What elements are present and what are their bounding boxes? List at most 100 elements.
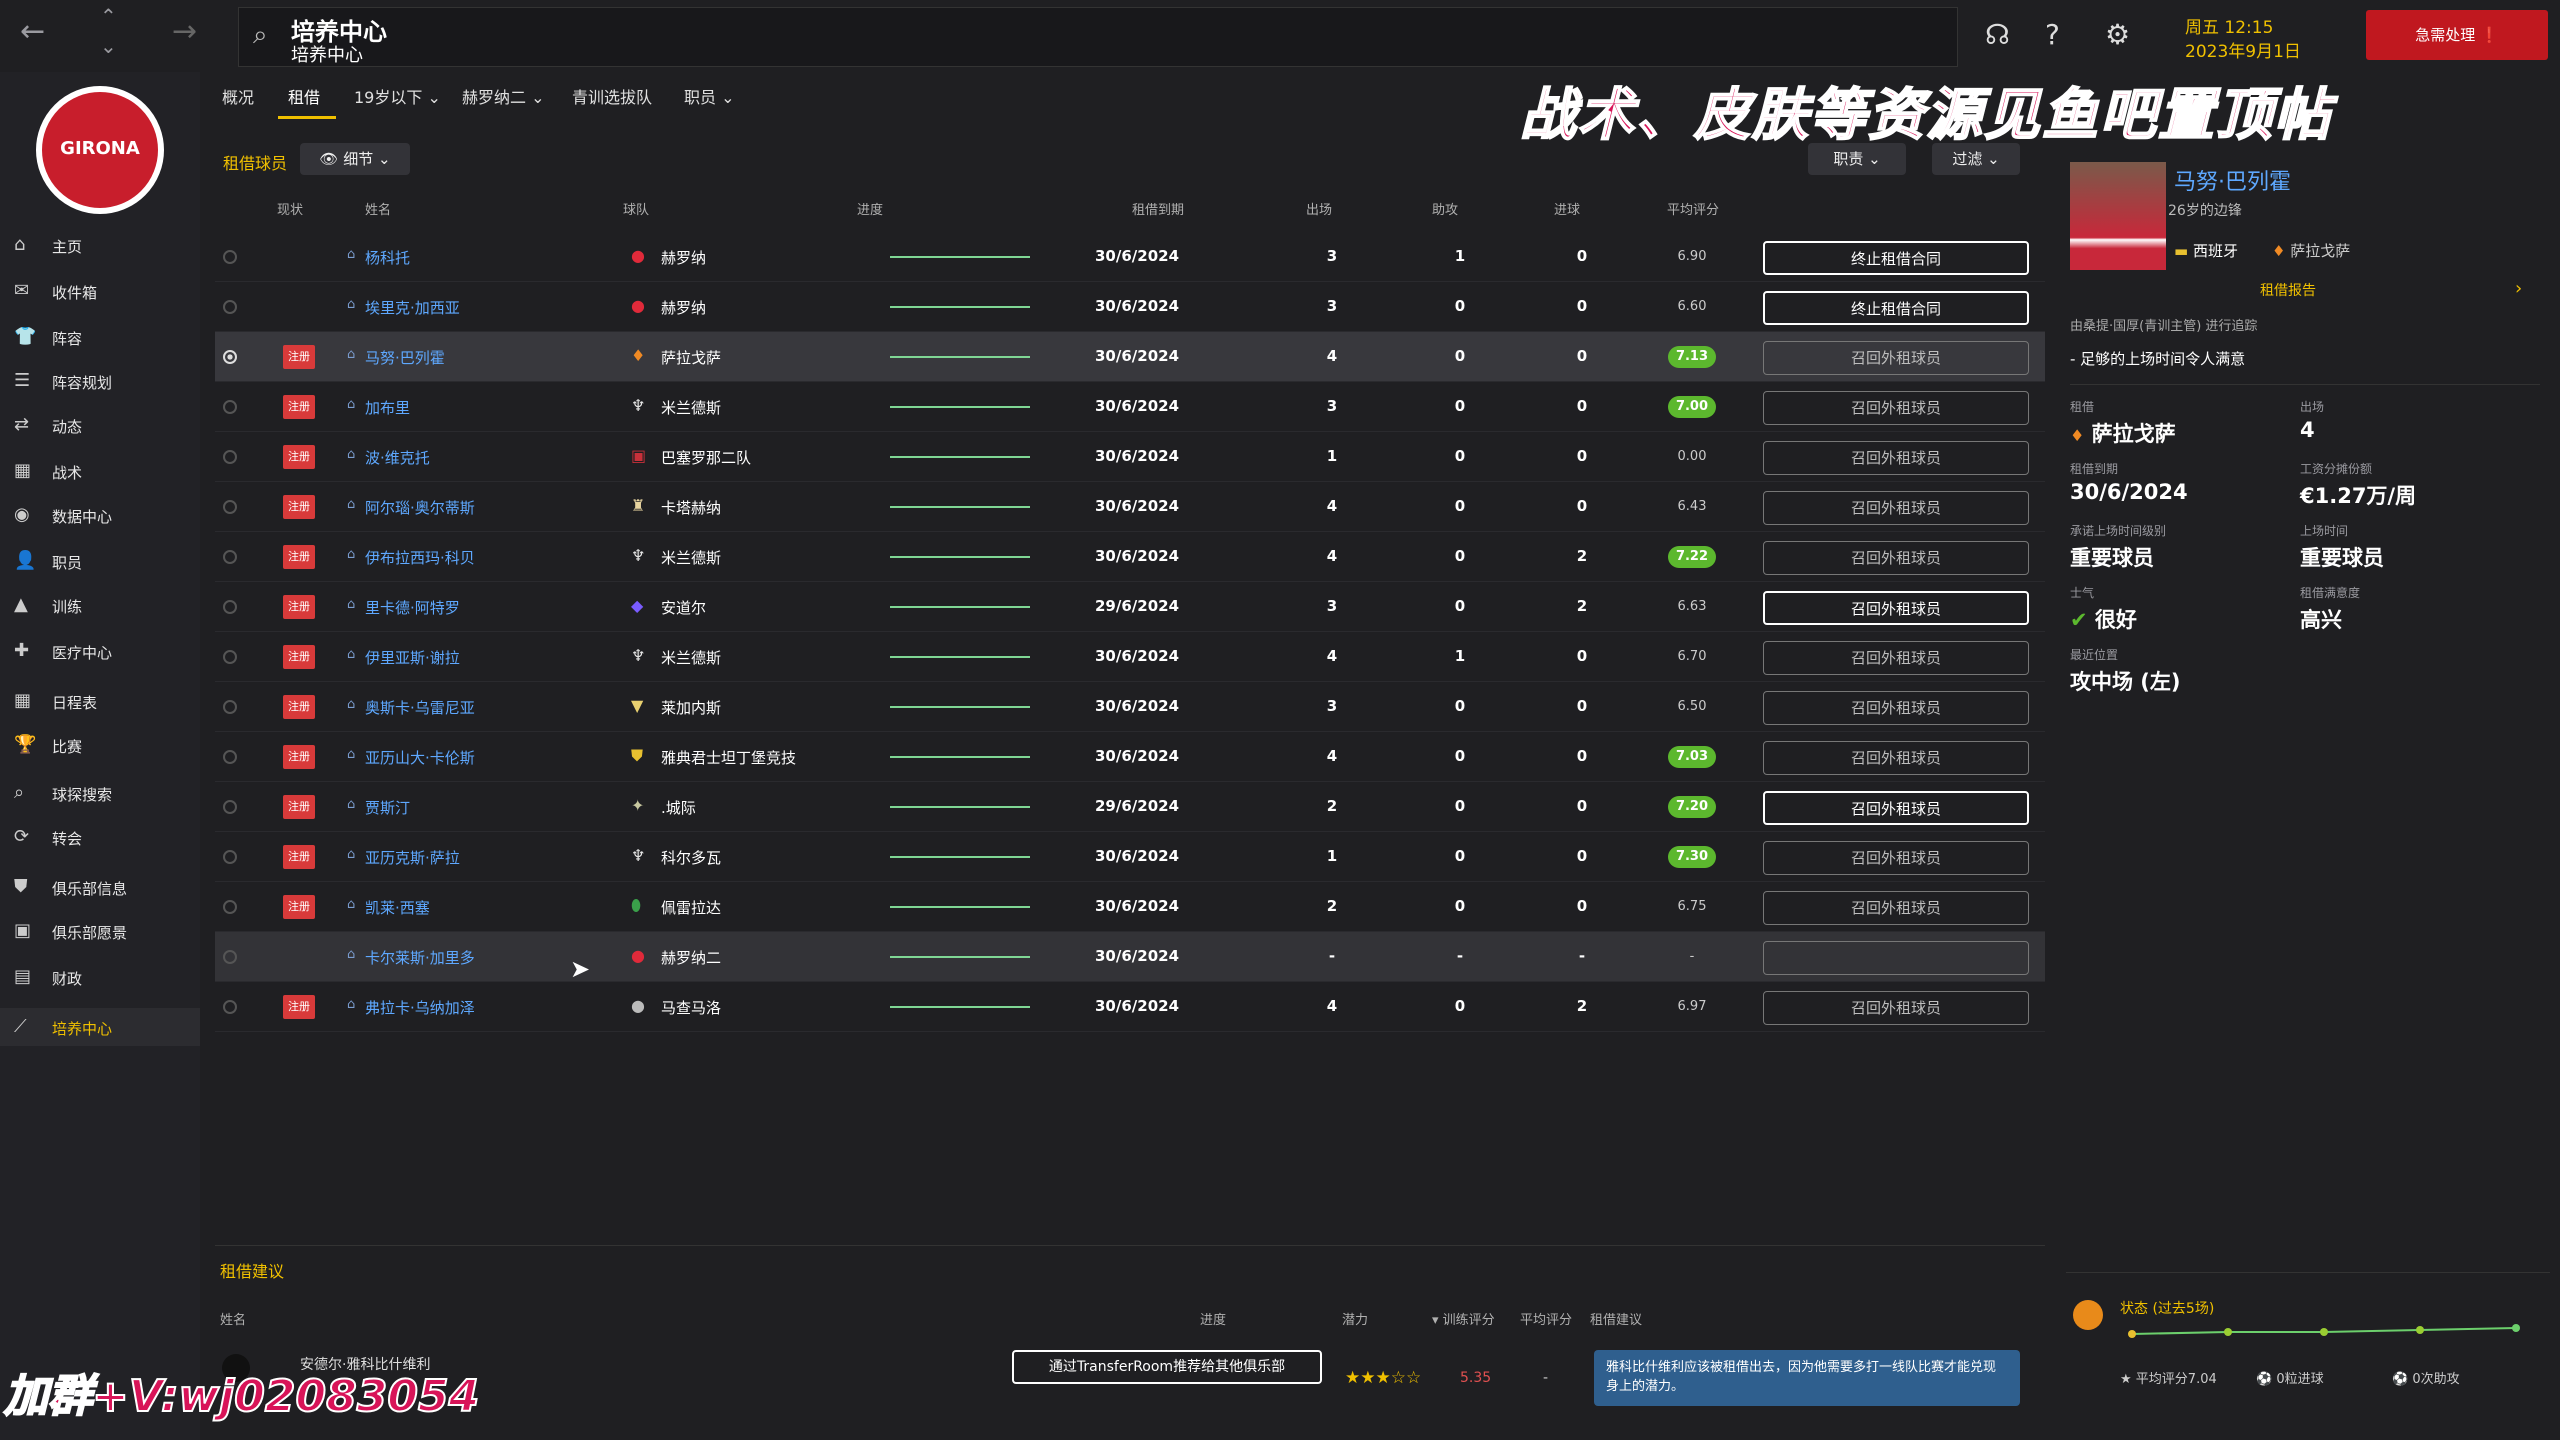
- player-name-link[interactable]: 亚历山大·卡伦斯: [347, 747, 475, 768]
- club-logo[interactable]: GIRONA: [36, 86, 164, 214]
- sidebar-item-dynamics[interactable]: ⇄ 动态: [0, 406, 200, 444]
- club-name[interactable]: 萨拉戈萨: [661, 347, 721, 368]
- recall-loan-button[interactable]: 召回外租球员: [1763, 641, 2029, 675]
- recall-loan-button[interactable]: 召回外租球员: [1763, 341, 2029, 375]
- row-select-radio[interactable]: [223, 800, 237, 814]
- sidebar-item-home[interactable]: ⌂ 主页: [0, 226, 200, 264]
- transferroom-button[interactable]: 通过TransferRoom推荐给其他俱乐部: [1012, 1350, 1322, 1384]
- table-row[interactable]: 注册 阿尔瑙·奥尔蒂斯 ♜ 卡塔赫纳 30/6/2024 4 0 0 6.43 召回外租球员: [215, 482, 2045, 532]
- player-name-link[interactable]: 杨科托: [347, 247, 410, 268]
- table-row[interactable]: 注册 弗拉卡·乌纳加泽 ● 马查马洛 30/6/2024 4 0 2 6.97 召回外租球员: [215, 982, 2045, 1032]
- recall-loan-button[interactable]: 召回外租球员: [1763, 391, 2029, 425]
- tab-5[interactable]: 职员 ⌄: [684, 84, 735, 108]
- tab-2[interactable]: 19岁以下 ⌄: [354, 84, 441, 108]
- recall-loan-button[interactable]: 召回外租球员: [1763, 491, 2029, 525]
- column-header[interactable]: 出场: [1306, 199, 1332, 218]
- recall-loan-button[interactable]: 召回外租球员: [1763, 841, 2029, 875]
- recall-loan-button[interactable]: 召回外租球员: [1763, 891, 2029, 925]
- terminate-loan-button[interactable]: 终止租借合同: [1763, 291, 2029, 325]
- table-row[interactable]: 注册 波·维克托 ▣ 巴塞罗那二队 30/6/2024 1 0 0 0.00 召回外租球员: [215, 432, 2045, 482]
- column-header[interactable]: 进度: [857, 199, 883, 218]
- player-name-link[interactable]: 伊布拉西玛·科贝: [347, 547, 475, 568]
- row-select-radio[interactable]: [223, 750, 237, 764]
- recall-loan-button[interactable]: 召回外租球员: [1763, 541, 2029, 575]
- table-row[interactable]: 杨科托 ● 赫罗纳 30/6/2024 3 1 0 6.90 终止租借合同: [215, 232, 2045, 282]
- club-name[interactable]: 赫罗纳二: [661, 947, 721, 968]
- sidebar-item-medical[interactable]: ✚ 医疗中心: [0, 632, 200, 670]
- club-name[interactable]: 佩雷拉达: [661, 897, 721, 918]
- chevron-right-icon[interactable]: ›: [2515, 278, 2522, 299]
- row-select-radio[interactable]: [223, 950, 237, 964]
- player-name-link[interactable]: 贾斯汀: [347, 797, 410, 818]
- sidebar-item-staff[interactable]: 👤 职员: [0, 542, 200, 580]
- player-name-link[interactable]: 伊里亚斯·谢拉: [347, 647, 460, 668]
- row-select-radio[interactable]: [223, 350, 237, 364]
- tab-3[interactable]: 赫罗纳二 ⌄: [462, 84, 545, 108]
- club-name[interactable]: 科尔多瓦: [661, 847, 721, 868]
- row-select-radio[interactable]: [223, 600, 237, 614]
- player-name-link[interactable]: 波·维克托: [347, 447, 430, 468]
- club-name[interactable]: 赫罗纳: [661, 297, 706, 318]
- player-name-link[interactable]: 凯莱·西塞: [347, 897, 430, 918]
- column-header[interactable]: 球队: [623, 199, 649, 218]
- table-row[interactable]: 注册 伊布拉西玛·科贝 ♆ 米兰德斯 30/6/2024 4 0 2 7.22 召回外租球员: [215, 532, 2045, 582]
- suggestion-column-header[interactable]: ▾ 训练评分: [1432, 1309, 1495, 1328]
- recall-loan-button[interactable]: 召回外租球员: [1763, 741, 2029, 775]
- club-name[interactable]: 马查马洛: [661, 997, 721, 1018]
- club-name[interactable]: 赫罗纳: [661, 247, 706, 268]
- row-select-radio[interactable]: [223, 250, 237, 264]
- player-name-link[interactable]: 弗拉卡·乌纳加泽: [347, 997, 475, 1018]
- loan-report-link[interactable]: 租借报告: [2260, 280, 2316, 300]
- player-name[interactable]: 马努·巴列霍: [2174, 164, 2291, 196]
- sidebar-item-data[interactable]: ◉ 数据中心: [0, 496, 200, 534]
- sidebar-item-training[interactable]: ▲ 训练: [0, 586, 200, 624]
- player-name-link[interactable]: 马努·巴列霍: [347, 347, 445, 368]
- row-select-radio[interactable]: [223, 650, 237, 664]
- player-name-link[interactable]: 加布里: [347, 397, 410, 418]
- sidebar-item-vision[interactable]: ▣ 俱乐部愿景: [0, 912, 200, 950]
- club-name[interactable]: 雅典君士坦丁堡竞技: [661, 747, 796, 768]
- suggestion-column-header[interactable]: 租借建议: [1590, 1309, 1642, 1328]
- search-bar[interactable]: ⌕ 培养中心 培养中心: [238, 7, 1958, 67]
- sidebar-item-trophy[interactable]: 🏆 比赛: [0, 726, 200, 764]
- chevron-up-icon[interactable]: ⌃: [100, 4, 117, 28]
- sidebar-item-development[interactable]: ⟋ 培养中心: [0, 1008, 200, 1046]
- suggestion-column-header[interactable]: 姓名: [220, 1309, 246, 1328]
- table-row[interactable]: 埃里克·加西亚 ● 赫罗纳 30/6/2024 3 0 0 6.60 终止租借合同: [215, 282, 2045, 332]
- filter-button[interactable]: 过滤 ⌄: [1932, 143, 2020, 175]
- club-name[interactable]: 莱加内斯: [661, 697, 721, 718]
- suggestion-column-header[interactable]: 进度: [1200, 1309, 1226, 1328]
- table-row[interactable]: 注册 亚历克斯·萨拉 ♆ 科尔多瓦 30/6/2024 1 0 0 7.30 召回外租球员: [215, 832, 2045, 882]
- player-name-link[interactable]: 亚历克斯·萨拉: [347, 847, 460, 868]
- sidebar-item-tactics[interactable]: ▦ 战术: [0, 452, 200, 490]
- sidebar-item-squad[interactable]: 👕 阵容: [0, 318, 200, 356]
- sidebar-item-schedule[interactable]: ▦ 日程表: [0, 682, 200, 720]
- row-select-radio[interactable]: [223, 500, 237, 514]
- back-arrow-icon[interactable]: ←: [20, 14, 45, 49]
- suggestion-column-header[interactable]: 平均评分: [1520, 1309, 1572, 1328]
- table-row[interactable]: 注册 马努·巴列霍 ♦ 萨拉戈萨 30/6/2024 4 0 0 7.13 召回外租球员: [215, 332, 2045, 382]
- tab-1[interactable]: 租借: [288, 84, 320, 108]
- club-name[interactable]: 米兰德斯: [661, 397, 721, 418]
- empty-action-button[interactable]: [1763, 941, 2029, 975]
- recall-loan-button[interactable]: 召回外租球员: [1763, 991, 2029, 1025]
- table-row[interactable]: 注册 加布里 ♆ 米兰德斯 30/6/2024 3 0 0 7.00 召回外租球员: [215, 382, 2045, 432]
- gear-icon[interactable]: ⚙: [2105, 18, 2130, 51]
- chevron-down-icon[interactable]: ⌄: [100, 34, 117, 58]
- urgent-button[interactable]: 急需处理 ❗: [2366, 10, 2548, 60]
- player-name-link[interactable]: 里卡德·阿特罗: [347, 597, 460, 618]
- tab-0[interactable]: 概况: [222, 84, 254, 108]
- row-select-radio[interactable]: [223, 450, 237, 464]
- view-select[interactable]: 👁 细节 ⌄: [300, 143, 410, 175]
- table-row[interactable]: 注册 伊里亚斯·谢拉 ♆ 米兰德斯 30/6/2024 4 1 0 6.70 召回外租球员: [215, 632, 2045, 682]
- suggestion-column-header[interactable]: 潜力: [1342, 1309, 1368, 1328]
- sidebar-item-planning[interactable]: ☰ 阵容规划: [0, 362, 200, 400]
- table-row[interactable]: 卡尔莱斯·加里多 ● 赫罗纳二 30/6/2024 - - - -: [215, 932, 2045, 982]
- help-icon[interactable]: ?: [2045, 18, 2060, 51]
- table-row[interactable]: 注册 凯莱·西塞 ⬮ 佩雷拉达 30/6/2024 2 0 0 6.75 召回外租球员: [215, 882, 2045, 932]
- recall-loan-button[interactable]: 召回外租球员: [1763, 791, 2029, 825]
- sidebar-item-club-info[interactable]: ⛊ 俱乐部信息: [0, 868, 200, 906]
- club-name[interactable]: 米兰德斯: [661, 647, 721, 668]
- player-name-link[interactable]: 卡尔莱斯·加里多: [347, 947, 475, 968]
- row-select-radio[interactable]: [223, 1000, 237, 1014]
